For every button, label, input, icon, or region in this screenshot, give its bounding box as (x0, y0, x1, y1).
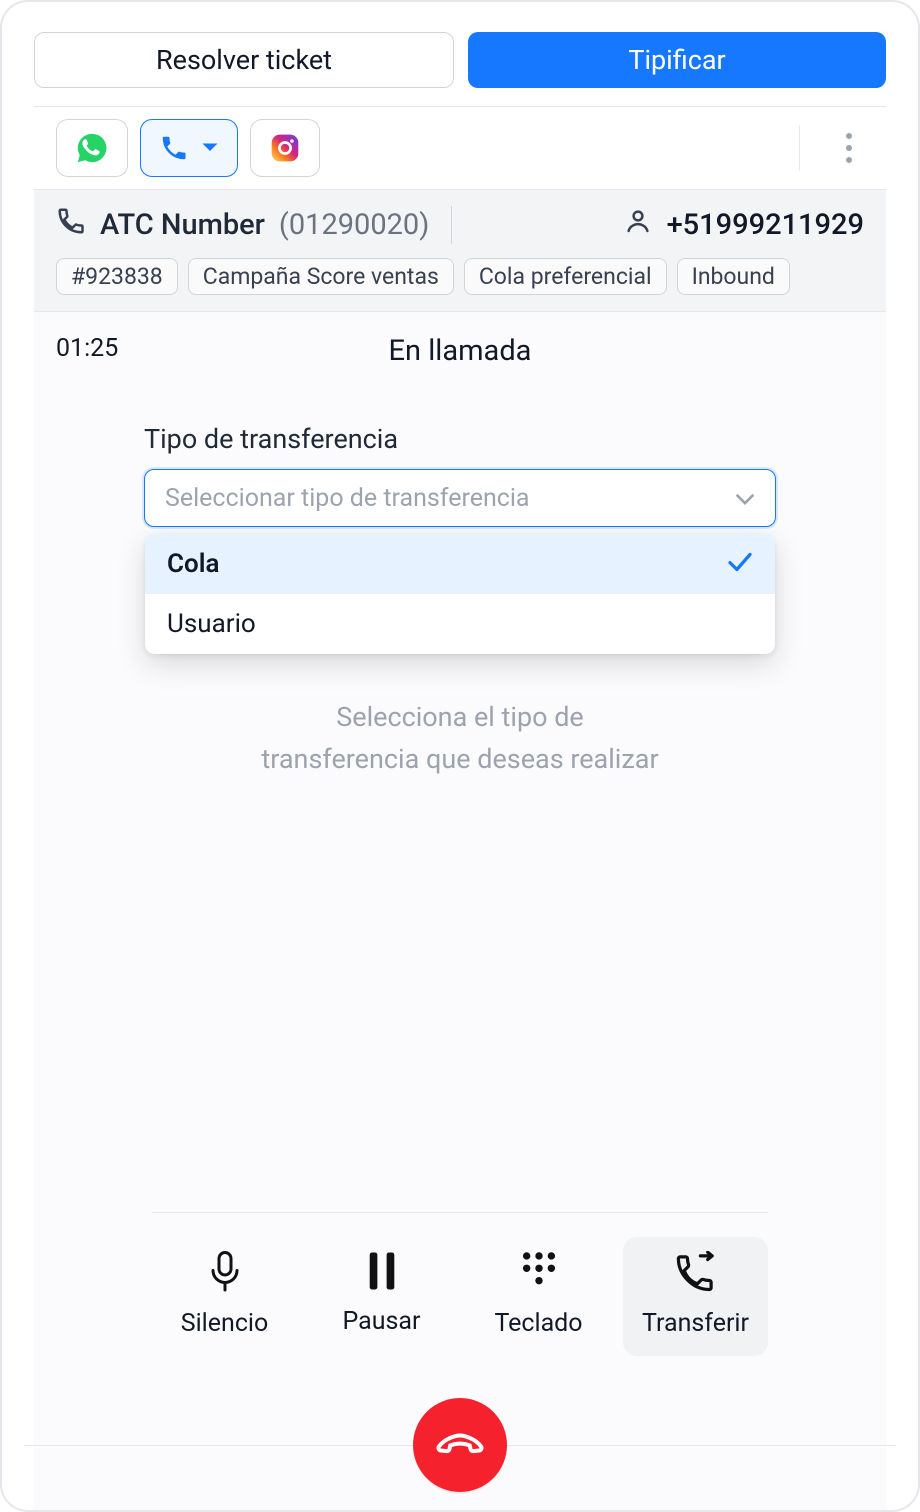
select-placeholder: Seleccionar tipo de transferencia (165, 484, 530, 513)
tag[interactable]: Campaña Score ventas (188, 258, 454, 295)
call-body: 01:25 En llamada Tipo de transferencia S… (34, 312, 886, 1510)
tag[interactable]: Cola preferencial (464, 258, 667, 295)
phone-outline-icon (56, 206, 86, 244)
mute-button[interactable]: Silencio (152, 1237, 297, 1356)
source-id: (01290020) (279, 208, 429, 242)
caret-down-icon (201, 142, 219, 154)
hint-line: transferencia que deseas realizar (261, 743, 658, 775)
resolve-ticket-button[interactable]: Resolver ticket (34, 32, 454, 88)
dot-icon (846, 133, 852, 139)
typify-button[interactable]: Tipificar (468, 32, 886, 88)
dot-icon (846, 145, 852, 151)
call-source: ATC Number (01290020) (56, 206, 429, 244)
option-label: Cola (167, 549, 219, 579)
transfer-section: Tipo de transferencia Seleccionar tipo d… (144, 423, 776, 781)
user-icon (623, 206, 653, 244)
info-divider (451, 206, 452, 244)
check-icon (727, 549, 753, 579)
caller-phone: +51999211929 (667, 208, 864, 242)
transfer-type-select[interactable]: Seleccionar tipo de transferencia Cola U… (144, 469, 776, 527)
pause-label: Pausar (343, 1307, 421, 1336)
hangup-area (56, 1380, 864, 1510)
transfer-icon (674, 1251, 718, 1293)
microphone-icon (207, 1251, 243, 1293)
call-timer: 01:25 (56, 334, 118, 363)
whatsapp-icon (75, 131, 109, 165)
transfer-type-label: Tipo de transferencia (144, 423, 776, 455)
phone-active-icon (159, 133, 189, 163)
channel-instagram[interactable] (250, 119, 320, 177)
dot-icon (846, 157, 852, 163)
transfer-type-dropdown: Cola Usuario (145, 534, 775, 654)
hint-line: Selecciona el tipo de (336, 701, 584, 733)
instagram-icon (269, 132, 301, 164)
call-info-top: ATC Number (01290020) +51999211929 (56, 206, 864, 244)
hangup-button[interactable] (413, 1398, 507, 1492)
hangup-icon (435, 1428, 485, 1462)
channel-toolbar (34, 107, 886, 189)
keypad-label: Teclado (494, 1309, 582, 1338)
keypad-button[interactable]: Teclado (466, 1237, 611, 1356)
dropdown-option-usuario[interactable]: Usuario (145, 594, 775, 654)
pause-button[interactable]: Pausar (309, 1237, 454, 1356)
transfer-label: Transferir (642, 1309, 749, 1338)
app-frame: Resolver ticket Tipificar (0, 0, 920, 1512)
caller-info: +51999211929 (623, 206, 864, 244)
channel-phone[interactable] (140, 119, 238, 177)
controls-divider (152, 1212, 768, 1213)
transfer-hint: Selecciona el tipo de transferencia que … (144, 697, 776, 781)
tag-row: #923838 Campaña Score ventas Cola prefer… (56, 258, 864, 295)
pause-icon (368, 1251, 396, 1291)
keypad-icon (519, 1251, 559, 1293)
more-menu-button[interactable] (836, 123, 862, 173)
top-actions: Resolver ticket Tipificar (34, 32, 886, 88)
tag[interactable]: Inbound (677, 258, 790, 295)
transfer-button[interactable]: Transferir (623, 1237, 768, 1356)
toolbar-divider (799, 125, 800, 171)
source-label: ATC Number (100, 208, 265, 242)
typify-label: Tipificar (628, 44, 725, 76)
call-info-header: ATC Number (01290020) +51999211929 #9238… (34, 189, 886, 312)
tag[interactable]: #923838 (56, 258, 178, 295)
status-row: 01:25 En llamada (56, 334, 864, 363)
option-label: Usuario (167, 609, 256, 639)
dropdown-option-cola[interactable]: Cola (145, 534, 775, 594)
controls-row: Silencio Pausar Teclado (152, 1237, 768, 1356)
channel-whatsapp[interactable] (56, 119, 128, 177)
mute-label: Silencio (181, 1309, 269, 1338)
chevron-down-icon (735, 484, 755, 513)
call-controls: Silencio Pausar Teclado (56, 1212, 864, 1356)
resolve-ticket-label: Resolver ticket (156, 44, 332, 76)
call-status: En llamada (389, 334, 532, 368)
